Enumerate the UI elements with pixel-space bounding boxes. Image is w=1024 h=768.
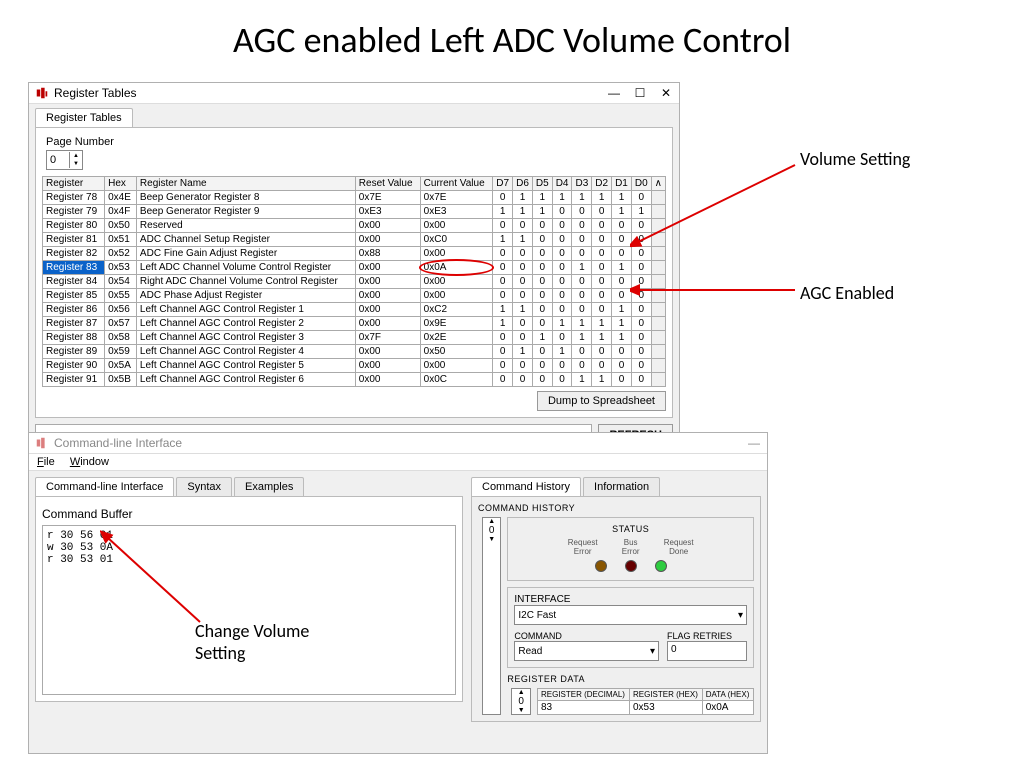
register-tables-window: Register Tables — ☐ ✕ Register Tables Pa… [28, 82, 680, 453]
tab-strip: Register Tables [29, 104, 679, 127]
page-number-input[interactable] [47, 151, 69, 169]
table-header: D0 [631, 177, 651, 191]
cli-window-title: Command-line Interface [54, 436, 182, 450]
table-header: D1 [612, 177, 632, 191]
ti-logo-icon [35, 86, 49, 100]
table-header: Current Value [420, 177, 493, 191]
table-header: D5 [532, 177, 552, 191]
tab-register-tables[interactable]: Register Tables [35, 108, 133, 127]
table-header: D7 [493, 177, 513, 191]
table-row[interactable]: Register 880x58Left Channel AGC Control … [43, 331, 666, 345]
table-row[interactable]: Register 800x50Reserved0x000x0000000000 [43, 219, 666, 233]
table-row[interactable]: Register 820x52ADC Fine Gain Adjust Regi… [43, 247, 666, 261]
table-row[interactable]: Register 890x59Left Channel AGC Control … [43, 345, 666, 359]
table-row[interactable]: Register 840x54Right ADC Channel Volume … [43, 275, 666, 289]
menu-file[interactable]: File [37, 456, 55, 468]
cli-titlebar: Command-line Interface — [29, 433, 767, 454]
register-data-table: REGISTER (DECIMAL)REGISTER (HEX)DATA (HE… [537, 688, 754, 715]
table-row[interactable]: Register 790x4FBeep Generator Register 9… [43, 205, 666, 219]
table-row[interactable]: Register 810x51ADC Channel Setup Registe… [43, 233, 666, 247]
interface-select[interactable]: I2C Fast▾ [514, 605, 747, 625]
command-buffer[interactable]: r 30 56 01w 30 53 0Ar 30 53 01 [42, 525, 456, 695]
tab-syntax[interactable]: Syntax [176, 477, 232, 496]
register-table: RegisterHexRegister NameReset ValueCurre… [42, 176, 666, 387]
command-select[interactable]: Read▾ [514, 641, 659, 661]
command-buffer-label: Command Buffer [42, 507, 456, 521]
led-bus-error [625, 560, 637, 572]
close-button[interactable]: ✕ [659, 86, 673, 100]
table-row[interactable]: Register 780x4EBeep Generator Register 8… [43, 191, 666, 205]
command-label: COMMAND [514, 631, 659, 641]
table-header: Hex [105, 177, 137, 191]
page-number-spinner[interactable]: ▲▼ [46, 150, 83, 170]
tab-cli[interactable]: Command-line Interface [35, 477, 174, 496]
minimize-button[interactable]: — [607, 86, 621, 100]
history-index-spinner[interactable]: ▲ 0 ▼ [482, 517, 501, 715]
status-title: STATUS [514, 524, 747, 534]
register-data-label: REGISTER DATA [507, 674, 754, 684]
spin-up-icon[interactable]: ▲ [70, 152, 82, 160]
table-header: D4 [552, 177, 572, 191]
chevron-down-icon: ▾ [738, 610, 743, 621]
annotation-agc-enabled: AGC Enabled [800, 282, 894, 304]
tab-command-history[interactable]: Command History [471, 477, 581, 496]
chevron-down-icon: ▾ [650, 646, 655, 657]
table-row[interactable]: Register 910x5BLeft Channel AGC Control … [43, 373, 666, 387]
tab-examples[interactable]: Examples [234, 477, 304, 496]
led-request-error [595, 560, 607, 572]
maximize-button[interactable]: ☐ [633, 86, 647, 100]
table-row[interactable]: Register 830x53Left ADC Channel Volume C… [43, 261, 666, 275]
menu-window[interactable]: Window [70, 456, 109, 468]
interface-label: INTERFACE [514, 594, 747, 605]
annotation-volume-setting: Volume Setting [800, 148, 910, 170]
flag-retries-input[interactable]: 0 [667, 641, 747, 661]
cli-window: Command-line Interface — File Window Com… [28, 432, 768, 754]
spin-down-icon[interactable]: ▼ [70, 160, 82, 168]
menubar: File Window [29, 454, 767, 471]
table-header: D3 [572, 177, 592, 191]
led-request-done [655, 560, 667, 572]
table-header: D6 [513, 177, 533, 191]
scroll-up-icon[interactable]: ∧ [651, 177, 665, 191]
command-history-title: COMMAND HISTORY [478, 503, 754, 513]
table-header: Register [43, 177, 105, 191]
slide-title: AGC enabled Left ADC Volume Control [0, 0, 1024, 72]
titlebar: Register Tables — ☐ ✕ [29, 83, 679, 104]
minimize-button[interactable]: — [747, 436, 761, 450]
table-row[interactable]: Register 860x56Left Channel AGC Control … [43, 303, 666, 317]
annotation-change-volume: Change Volume Setting [195, 620, 335, 664]
table-header: D2 [592, 177, 612, 191]
table-header: Reset Value [355, 177, 420, 191]
table-header: Register Name [136, 177, 355, 191]
page-number-label: Page Number [46, 136, 666, 148]
regdata-index-spinner[interactable]: ▲ 0 ▼ [511, 688, 531, 715]
table-row[interactable]: Register 870x57Left Channel AGC Control … [43, 317, 666, 331]
dump-to-spreadsheet-button[interactable]: Dump to Spreadsheet [537, 391, 666, 411]
flag-retries-label: FLAG RETRIES [667, 631, 747, 641]
history-index-value: 0 [489, 525, 495, 536]
table-row[interactable]: Register 850x55ADC Phase Adjust Register… [43, 289, 666, 303]
table-row[interactable]: Register 900x5ALeft Channel AGC Control … [43, 359, 666, 373]
register-panel: Page Number ▲▼ RegisterHexRegister NameR… [35, 127, 673, 418]
tab-information[interactable]: Information [583, 477, 660, 496]
ti-logo-icon [35, 436, 49, 450]
window-title: Register Tables [54, 86, 137, 100]
